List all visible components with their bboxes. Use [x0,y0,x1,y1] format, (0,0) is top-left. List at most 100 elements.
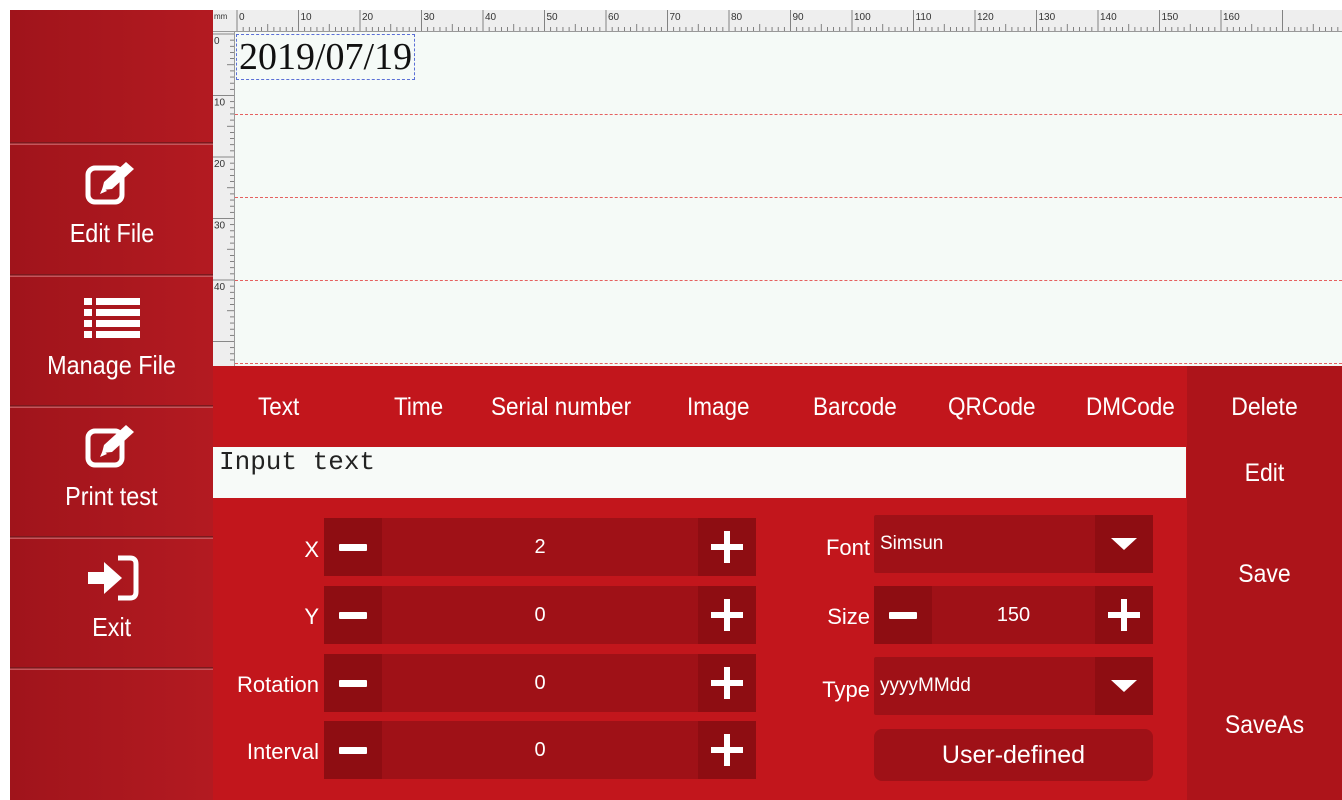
plus-icon [711,667,743,699]
ruler-tick-label: 70 [670,12,682,23]
type-dropdown-button[interactable] [1095,657,1153,715]
sidebar-divider [10,142,213,145]
sidebar-item-manage-file[interactable]: Manage File [10,278,213,408]
ruler-tick-label: 0 [239,12,245,23]
size-value[interactable]: 150 [932,586,1095,644]
type-select[interactable]: yyyyMMdd [874,657,1153,715]
edit-button[interactable]: Edit [1193,459,1336,488]
ruler-tick-label: 100 [854,12,871,23]
label-canvas[interactable]: 2019/07/19 [235,32,1342,366]
font-select[interactable]: Simsun [874,515,1153,573]
size-increment-button[interactable] [1095,586,1153,644]
tab-time[interactable]: Time [394,393,443,422]
ruler-tick-label: 150 [1162,12,1179,23]
minus-icon [339,746,367,754]
plus-icon [1108,599,1140,631]
rotation-label: Rotation [237,672,319,697]
list-icon [83,298,140,338]
guide-line [235,280,1342,281]
ruler-tick-label: 20 [362,12,374,23]
size-decrement-button[interactable] [874,586,932,644]
tab-barcode[interactable]: Barcode [813,393,897,422]
ruler-tick-label: 20 [214,159,226,170]
ruler-tick-label: 160 [1223,12,1240,23]
ruler-tick-label: 120 [977,12,994,23]
rotation-decrement-button[interactable] [324,654,382,712]
sidebar-item-label: Print test [65,481,158,511]
ruler-tick-label: 60 [608,12,620,23]
sidebar-item-label: Exit [91,612,132,642]
sidebar-item-label: Manage File [47,350,176,380]
delete-button[interactable]: Delete [1193,393,1336,422]
rotation-value[interactable]: 0 [382,654,698,712]
rotation-stepper: 0 [324,654,756,712]
tab-dmcode[interactable]: DMCode [1086,393,1175,422]
canvas-text-object[interactable]: 2019/07/19 [236,34,416,80]
x-decrement-button[interactable] [324,518,382,576]
y-label: Y [304,604,319,629]
type-label: Type [822,677,870,702]
ruler-tick-label: 90 [793,12,805,23]
sidebar-item-label: Edit File [69,218,154,248]
sidebar-divider [10,536,213,539]
y-value[interactable]: 0 [382,586,698,644]
x-value[interactable]: 2 [382,518,698,576]
save-as-button[interactable]: SaveAs [1193,711,1336,740]
ruler-tick-label: 10 [301,12,313,23]
interval-decrement-button[interactable] [324,721,382,779]
ruler-tick-label: 40 [485,12,497,23]
user-defined-button[interactable]: User-defined [874,729,1153,781]
minus-icon [339,679,367,687]
y-stepper: 0 [324,586,756,644]
sidebar-divider [10,405,213,408]
save-button[interactable]: Save [1193,560,1336,589]
minus-icon [339,543,367,551]
tab-qrcode[interactable]: QRCode [948,393,1036,422]
ruler-tick-label: 80 [731,12,743,23]
sidebar-divider [10,667,213,670]
plus-icon [711,531,743,563]
rotation-increment-button[interactable] [698,654,756,712]
y-decrement-button[interactable] [324,586,382,644]
minus-icon [889,611,917,619]
ruler-horizontal: mm 0 10 20 30 40 50 60 70 80 90 100 110 120 130 140 150 1… [213,10,1342,32]
ruler-vertical-marks: 0 10 20 30 40 [213,33,234,361]
chevron-down-icon [1111,538,1137,550]
tab-image[interactable]: Image [687,393,750,422]
font-value: Simsun [880,533,944,554]
guide-line [235,114,1342,115]
ruler-tick-label: 30 [424,12,436,23]
ruler-vertical: 0 10 20 30 40 [213,32,235,366]
minus-icon [339,611,367,619]
ruler-tick-label: 140 [1100,12,1117,23]
plus-icon [711,599,743,631]
tab-serial-number[interactable]: Serial number [491,393,631,422]
font-dropdown-button[interactable] [1095,515,1153,573]
interval-label: Interval [246,739,319,764]
ruler-tick-label: 10 [214,98,226,109]
tab-text[interactable]: Text [258,393,299,422]
interval-value[interactable]: 0 [382,721,698,779]
x-label: X [304,537,319,562]
interval-increment-button[interactable] [698,721,756,779]
edit-icon [85,425,134,468]
ruler-unit-label: mm [214,12,228,21]
guide-line [235,197,1342,198]
sidebar-item-print-test[interactable]: Print test [10,409,213,539]
sidebar: Edit File Manage File Print test Exit [10,10,213,800]
guide-line [235,363,1342,364]
ruler-tick-label: 50 [547,12,559,23]
ruler-tick-label: 130 [1039,12,1056,23]
ruler-tick-label: 0 [214,36,220,47]
exit-icon [87,555,138,601]
text-input[interactable]: Input text [213,447,1186,498]
y-increment-button[interactable] [698,586,756,644]
sidebar-item-edit-file[interactable]: Edit File [10,146,213,276]
sidebar-item-exit[interactable]: Exit [10,540,213,670]
size-label: Size [827,604,870,629]
ruler-tick-label: 30 [214,221,226,232]
interval-stepper: 0 [324,721,756,779]
font-label: Font [825,535,870,560]
x-increment-button[interactable] [698,518,756,576]
size-stepper: 150 [874,586,1153,644]
